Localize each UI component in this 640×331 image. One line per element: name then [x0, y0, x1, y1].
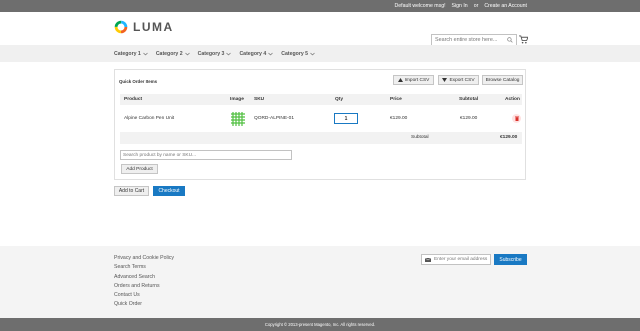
- panel-title: Quick Order Items: [119, 79, 158, 84]
- col-sku: SKU: [254, 97, 265, 102]
- nav-category-5[interactable]: Category 5: [281, 51, 315, 57]
- subtotal-row: Subtotal €129.00: [120, 132, 522, 144]
- button-label: Browse Catalog: [485, 77, 520, 83]
- remove-button[interactable]: [512, 114, 521, 123]
- product-name: Alpine Carbon Pen Unit: [124, 116, 175, 121]
- nav-label: Category 5: [281, 50, 309, 57]
- newsletter-placeholder: Enter your email address: [434, 257, 488, 262]
- footer-link-contact[interactable]: Contact Us: [114, 291, 174, 300]
- qty-input[interactable]: 1: [334, 113, 358, 124]
- subscribe-button[interactable]: Subscribe: [494, 254, 527, 265]
- product-search-placeholder: Search product by name or SKU...: [123, 152, 197, 158]
- subtotal-value: €129.00: [500, 135, 518, 140]
- chevron-down-icon: [268, 52, 273, 55]
- browse-catalog-button[interactable]: Browse Catalog: [482, 75, 523, 85]
- download-icon: [442, 78, 448, 82]
- nav-label: Category 1: [114, 50, 141, 57]
- search-icon[interactable]: [507, 37, 513, 43]
- button-label: Export CSV: [449, 77, 475, 83]
- nav-label: Category 4: [239, 50, 267, 57]
- nav-label: Category 3: [197, 50, 225, 57]
- header: LUMA Search entire store here...: [0, 12, 640, 46]
- button-label: Checkout: [158, 188, 180, 194]
- checkout-button[interactable]: Checkout: [153, 186, 185, 196]
- sign-in-link[interactable]: Sign In: [452, 3, 468, 9]
- product-image: [230, 111, 246, 127]
- footer: Privacy and Cookie Policy Search Terms A…: [0, 246, 640, 318]
- import-csv-button[interactable]: Import CSV: [393, 75, 434, 85]
- nav-label: Category 2: [155, 50, 183, 57]
- top-bar: Default welcome msg! Sign In or Create a…: [0, 0, 640, 12]
- product-search-input[interactable]: Search product by name or SKU...: [120, 150, 292, 160]
- search-placeholder: Search entire store here...: [435, 37, 498, 43]
- main-nav: Category 1 Category 2 Category 3 Categor…: [0, 45, 640, 62]
- qty-value: 1: [344, 115, 348, 122]
- button-label: Import CSV: [404, 77, 430, 83]
- create-account-link[interactable]: Create an Account: [484, 3, 527, 9]
- luma-logo-icon: [114, 20, 128, 34]
- chevron-down-icon: [143, 52, 148, 55]
- welcome-text: Default welcome msg!: [394, 3, 446, 9]
- logo[interactable]: LUMA: [114, 20, 174, 34]
- button-label: Subscribe: [499, 256, 522, 263]
- copyright-text: Copyright © 2013-present Magento, Inc. A…: [264, 322, 376, 327]
- chevron-down-icon: [226, 52, 232, 55]
- table-row: Alpine Carbon Pen Unit QORD-ALPINE-01 1 …: [120, 106, 522, 132]
- nav-category-4[interactable]: Category 4: [239, 51, 273, 57]
- footer-link-advanced-search[interactable]: Advanced Search: [114, 273, 174, 282]
- col-action: Action: [505, 97, 520, 102]
- copyright-bar: Copyright © 2013-present Magento, Inc. A…: [0, 318, 640, 331]
- footer-link-quick-order[interactable]: Quick Order: [114, 300, 174, 309]
- add-product-button[interactable]: Add Product: [121, 164, 158, 174]
- product-sku: QORD-ALPINE-01: [254, 116, 294, 121]
- trash-icon: [514, 116, 519, 121]
- export-csv-button[interactable]: Export CSV: [438, 75, 479, 85]
- footer-link-search-terms[interactable]: Search Terms: [114, 263, 174, 272]
- chevron-down-icon: [310, 52, 315, 55]
- nav-category-3[interactable]: Category 3: [198, 51, 232, 57]
- chevron-down-icon: [184, 52, 190, 55]
- nav-category-2[interactable]: Category 2: [156, 51, 190, 57]
- col-image: Image: [230, 97, 244, 102]
- envelope-icon: [425, 257, 431, 262]
- button-label: Add Product: [126, 166, 153, 172]
- button-label: Add to Cart: [118, 188, 145, 194]
- footer-link-privacy[interactable]: Privacy and Cookie Policy: [114, 254, 174, 263]
- col-product: Product: [124, 97, 143, 102]
- footer-link-orders-returns[interactable]: Orders and Returns: [114, 282, 174, 291]
- logo-text: LUMA: [133, 20, 174, 34]
- cart-icon[interactable]: [519, 35, 528, 44]
- nav-category-1[interactable]: Category 1: [114, 51, 148, 57]
- table-header: Product Image SKU Qty Price Subtotal Act…: [120, 94, 522, 105]
- footer-links: Privacy and Cookie Policy Search Terms A…: [114, 254, 174, 310]
- row-subtotal: €129.00: [460, 116, 478, 121]
- add-to-cart-button[interactable]: Add to Cart: [114, 186, 149, 196]
- col-price: Price: [390, 97, 402, 102]
- col-subtotal: Subtotal: [459, 97, 479, 102]
- col-qty: Qty: [335, 97, 343, 102]
- product-price: €129.00: [390, 116, 408, 121]
- subtotal-label: Subtotal: [411, 135, 429, 140]
- or-text: or: [473, 3, 479, 9]
- newsletter-input[interactable]: Enter your email address: [421, 254, 491, 265]
- quick-order-panel: Quick Order Items Import CSV Export CSV …: [114, 69, 526, 180]
- upload-icon: [397, 78, 403, 82]
